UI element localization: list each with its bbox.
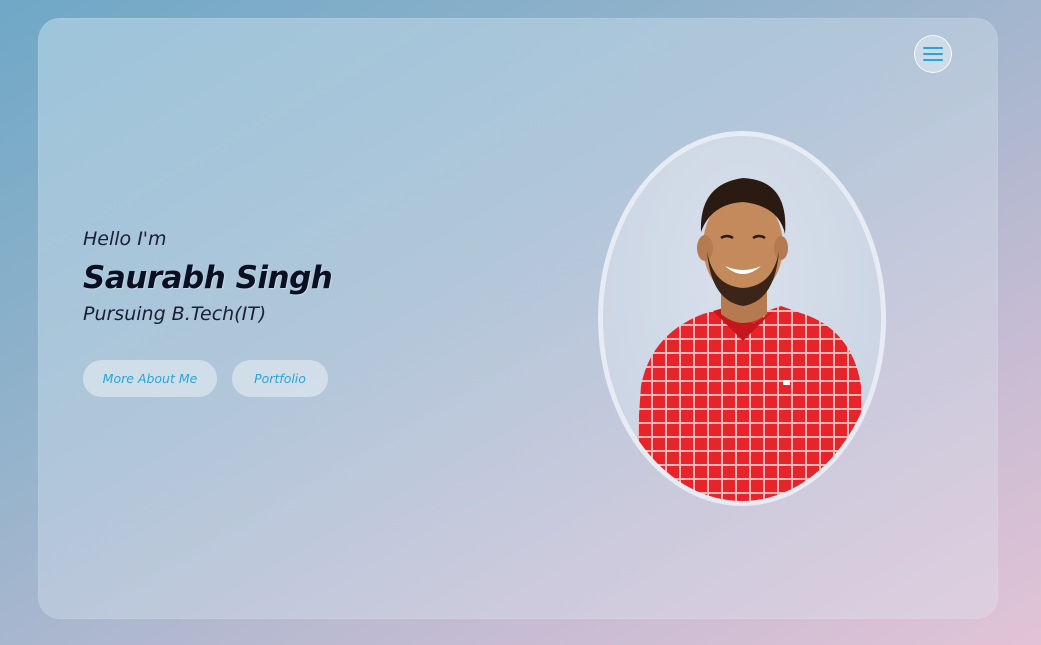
intro-section: Hello I'm Saurabh Singh Pursuing B.Tech(… (83, 228, 503, 326)
portfolio-button[interactable]: Portfolio (232, 360, 328, 397)
hamburger-menu-icon (923, 46, 943, 62)
profile-photo (598, 131, 886, 506)
hero-actions: More About Me Portfolio (83, 360, 328, 397)
more-about-me-button[interactable]: More About Me (83, 360, 217, 397)
hero-card: Hello I'm Saurabh Singh Pursuing B.Tech(… (38, 18, 998, 619)
profile-photo-illustration (633, 178, 869, 501)
menu-button[interactable] (914, 35, 952, 73)
hero-tagline: Pursuing B.Tech(IT) (83, 302, 267, 325)
greeting-text: Hello I'm (83, 228, 167, 250)
hero-name: Saurabh Singh (83, 259, 333, 296)
